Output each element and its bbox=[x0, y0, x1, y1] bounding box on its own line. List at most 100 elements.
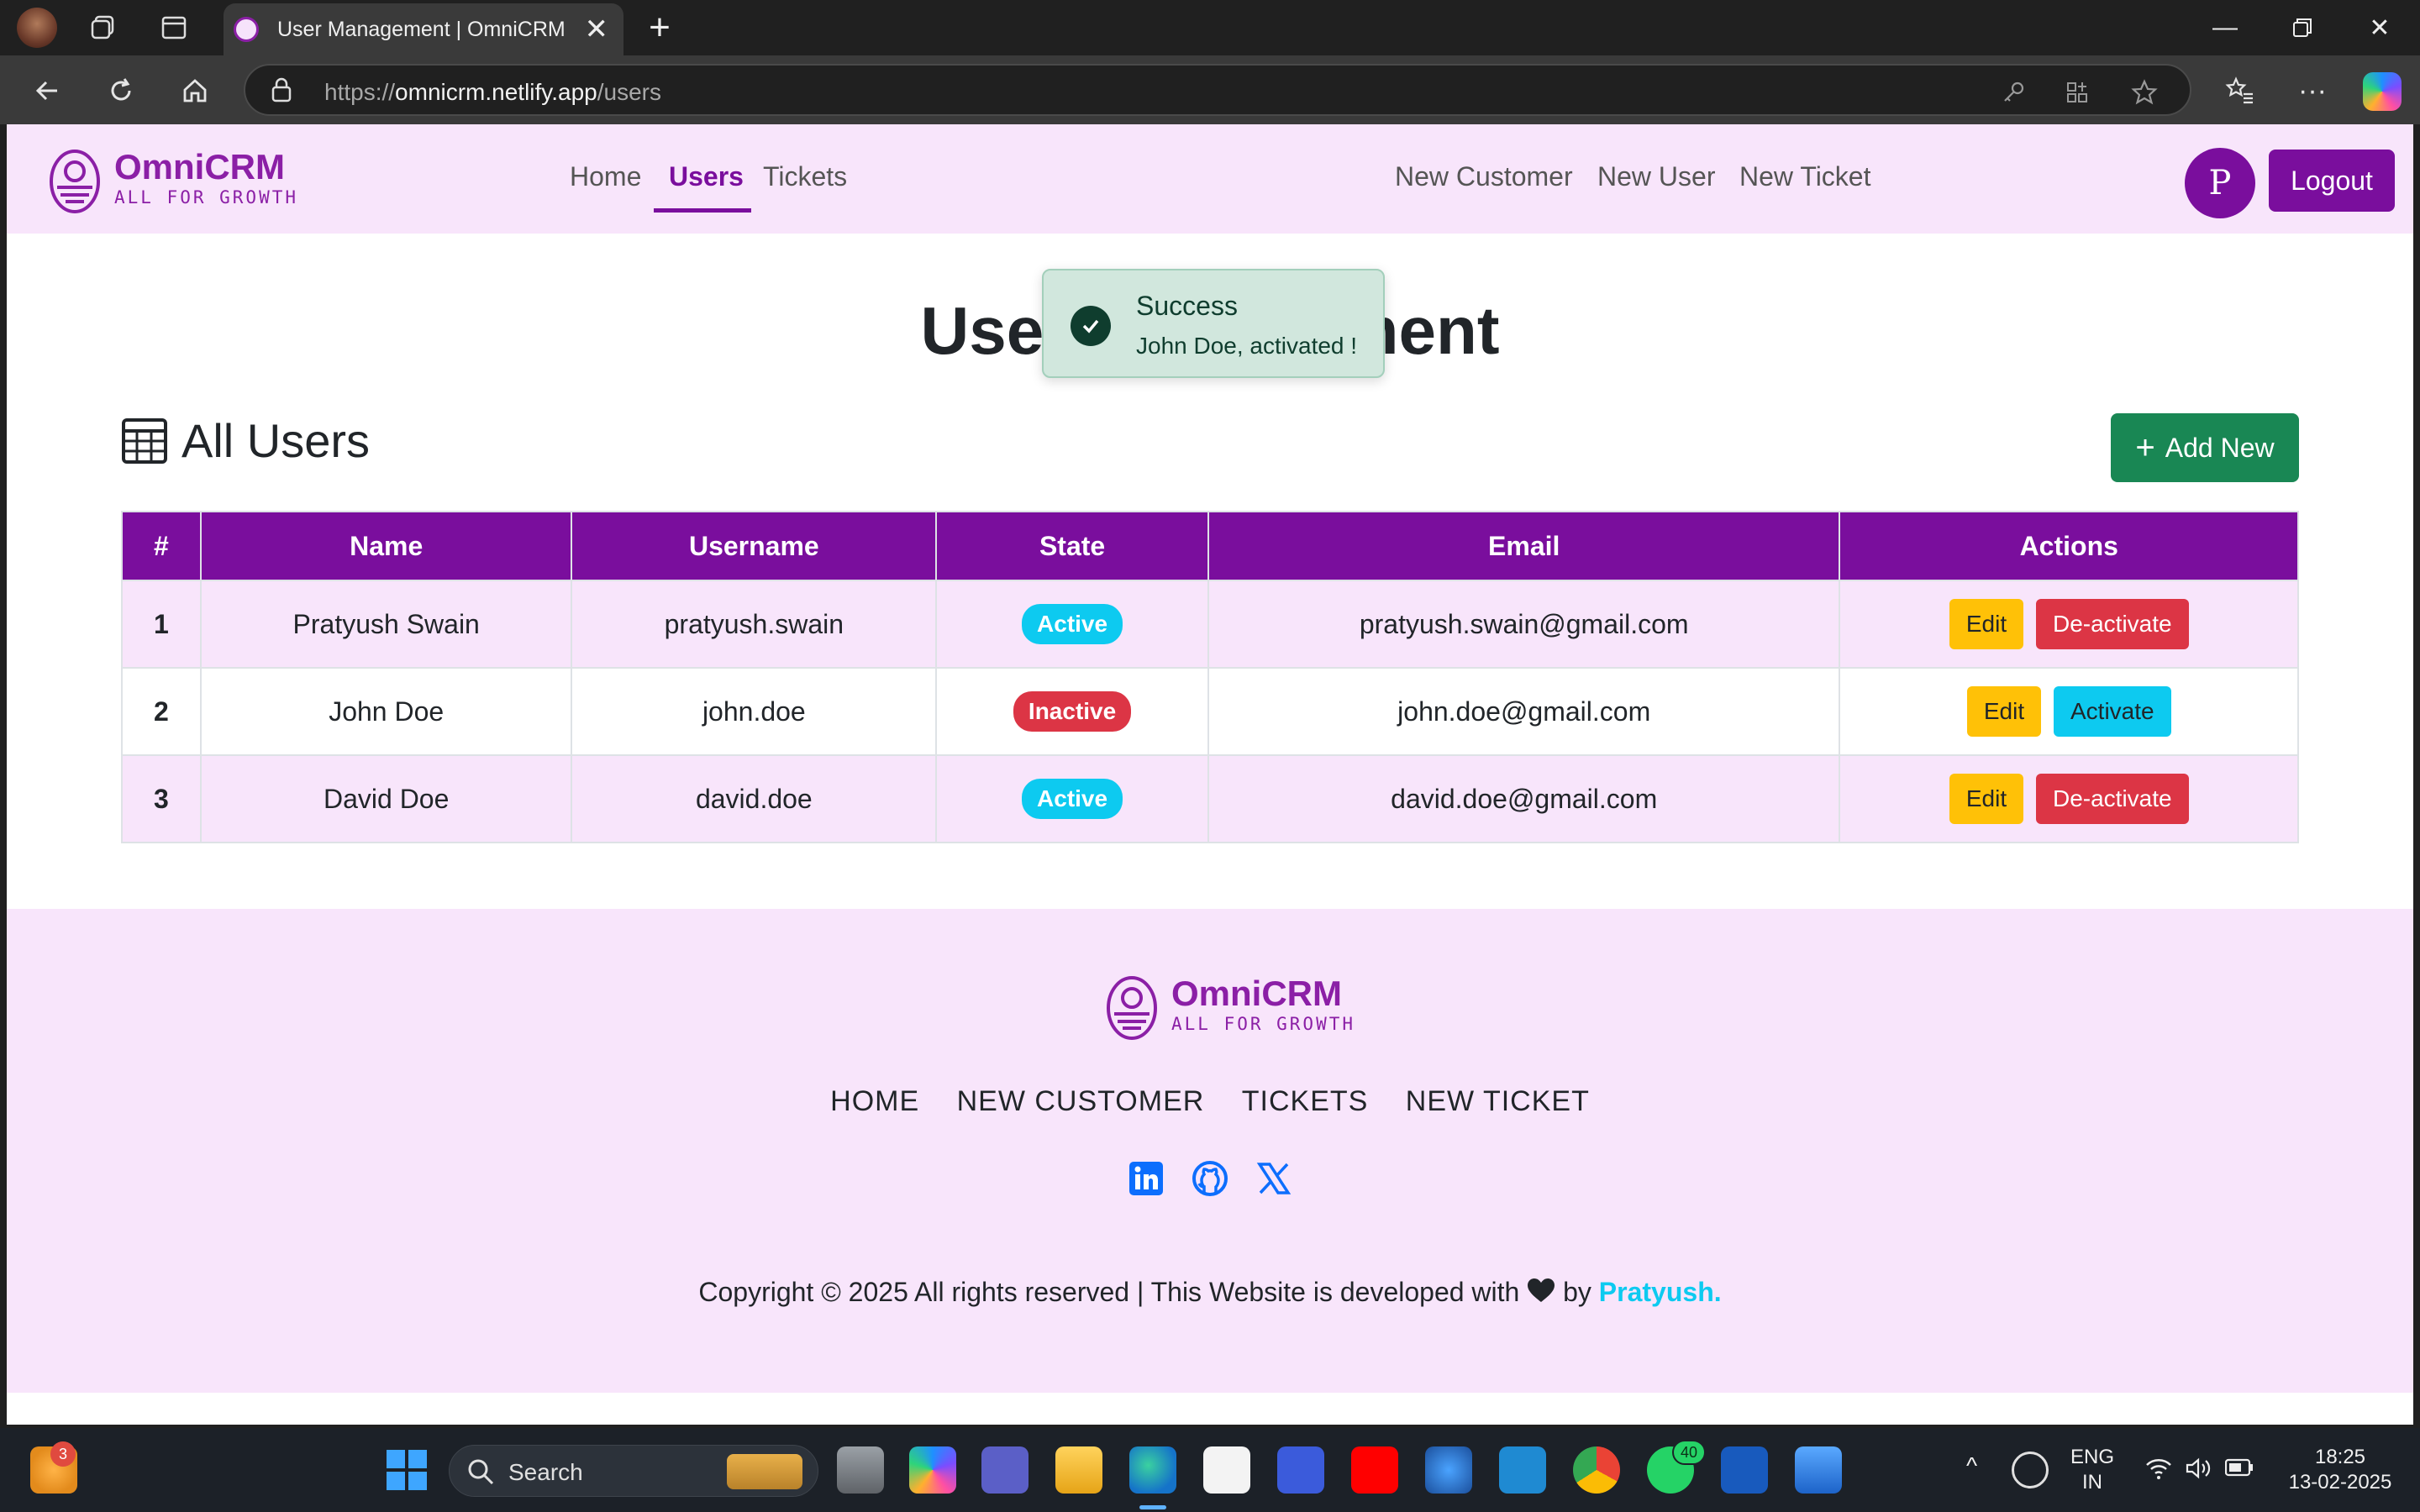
lock-icon[interactable] bbox=[271, 77, 292, 102]
edit-button[interactable]: Edit bbox=[1966, 686, 2042, 737]
user-name: John Doe bbox=[199, 667, 573, 756]
deactivate-button[interactable]: De-activate bbox=[2035, 599, 2189, 649]
wifi-icon[interactable] bbox=[2144, 1457, 2173, 1485]
workspaces-icon[interactable] bbox=[84, 8, 123, 47]
author-link[interactable]: Pratyush. bbox=[1599, 1277, 1722, 1307]
taskbar-search-box[interactable]: Search bbox=[449, 1445, 818, 1497]
favorites-icon[interactable] bbox=[2218, 69, 2262, 113]
footer-brand-tagline: ALL FOR GROWTH bbox=[1171, 1014, 1356, 1034]
user-name: Pratyush Swain bbox=[199, 580, 573, 669]
app-icon[interactable] bbox=[1277, 1446, 1324, 1494]
language-indicator[interactable]: ENG IN bbox=[2070, 1445, 2114, 1495]
add-new-button[interactable]: + Add New bbox=[2111, 413, 2299, 482]
brand-logo[interactable]: OmniCRM ALL FOR GROWTH bbox=[47, 141, 298, 215]
word-icon[interactable] bbox=[1721, 1446, 1768, 1494]
linkedin-icon[interactable] bbox=[1128, 1161, 1164, 1196]
footer-link-new-customer[interactable]: NEW CUSTOMER bbox=[957, 1085, 1205, 1117]
more-options-icon[interactable]: ··· bbox=[2291, 69, 2334, 113]
tab-favicon-icon bbox=[234, 17, 259, 42]
teams-icon[interactable] bbox=[981, 1446, 1028, 1494]
copilot-icon[interactable] bbox=[2363, 72, 2402, 111]
check-circle-icon bbox=[1071, 306, 1111, 346]
users-table: # Name Username State Email Actions 1 Pr… bbox=[121, 511, 2299, 843]
logout-button[interactable]: Logout bbox=[2269, 150, 2395, 212]
clock-date: 13-02-2025 bbox=[2288, 1471, 2392, 1494]
photos-icon[interactable] bbox=[1795, 1446, 1842, 1494]
copyright-text: Copyright © 2025 All rights reserved | T… bbox=[698, 1277, 1722, 1307]
nav-link-tickets[interactable]: Tickets bbox=[763, 161, 847, 192]
app-available-icon[interactable] bbox=[2060, 76, 2094, 109]
site-navbar: OmniCRM ALL FOR GROWTH Home Users Ticket… bbox=[7, 124, 2413, 234]
github-icon[interactable] bbox=[1192, 1161, 1228, 1196]
edit-button[interactable]: Edit bbox=[1949, 599, 2024, 649]
edit-button[interactable]: Edit bbox=[1949, 774, 2024, 824]
footer-link-tickets[interactable]: TICKETS bbox=[1242, 1085, 1369, 1117]
key-icon[interactable] bbox=[1996, 76, 2030, 109]
widgets-badge: 3 bbox=[50, 1441, 76, 1467]
tab-close-icon[interactable]: ✕ bbox=[585, 13, 609, 46]
search-icon bbox=[468, 1459, 494, 1485]
clock[interactable]: 18:25 13-02-2025 bbox=[2277, 1445, 2403, 1495]
status-badge: Inactive bbox=[1013, 691, 1132, 732]
volume-icon[interactable] bbox=[2185, 1457, 2212, 1487]
vscode-icon[interactable] bbox=[1499, 1446, 1546, 1494]
browser-tab-bar: User Management | OmniCRM ✕ + — ✕ bbox=[0, 0, 2420, 55]
user-name: David Doe bbox=[199, 754, 573, 843]
nav-link-home[interactable]: Home bbox=[570, 161, 641, 192]
home-icon[interactable] bbox=[173, 69, 217, 113]
status-badge: Active bbox=[1022, 604, 1123, 644]
nav-link-users[interactable]: Users bbox=[669, 161, 744, 192]
activate-button[interactable]: Activate bbox=[2054, 686, 2171, 737]
table-row: 1 Pratyush Swain pratyush.swain Active p… bbox=[121, 580, 2299, 669]
nav-link-new-user[interactable]: New User bbox=[1597, 161, 1715, 192]
success-toast[interactable]: Success John Doe, activated ! bbox=[1042, 269, 1385, 378]
footer-link-new-ticket[interactable]: NEW TICKET bbox=[1406, 1085, 1590, 1117]
browser-profile-avatar[interactable] bbox=[17, 8, 57, 48]
windows-start-icon[interactable] bbox=[383, 1446, 430, 1494]
column-header: Actions bbox=[1839, 511, 2299, 581]
address-bar[interactable]: https://omnicrm.netlify.app/users bbox=[244, 64, 2191, 116]
task-view-icon[interactable] bbox=[837, 1446, 884, 1494]
x-twitter-icon[interactable] bbox=[1256, 1161, 1292, 1196]
url-text[interactable]: https://omnicrm.netlify.app/users bbox=[324, 79, 661, 106]
battery-icon[interactable] bbox=[2224, 1458, 2254, 1483]
refresh-icon[interactable] bbox=[99, 69, 143, 113]
close-window-icon[interactable]: ✕ bbox=[2341, 0, 2418, 55]
social-links bbox=[7, 1161, 2413, 1196]
restore-icon[interactable] bbox=[2264, 0, 2341, 55]
edge-icon[interactable] bbox=[1129, 1446, 1176, 1494]
firefox-icon[interactable] bbox=[1425, 1446, 1472, 1494]
active-browser-tab[interactable]: User Management | OmniCRM ✕ bbox=[224, 3, 623, 55]
microsoft-store-icon[interactable] bbox=[1203, 1446, 1250, 1494]
user-avatar[interactable]: P bbox=[2185, 148, 2255, 218]
back-icon[interactable] bbox=[25, 69, 69, 113]
tray-chevron-icon[interactable]: ^ bbox=[1966, 1453, 1977, 1478]
brand-tagline: ALL FOR GROWTH bbox=[114, 187, 299, 207]
deactivate-button[interactable]: De-activate bbox=[2035, 774, 2189, 824]
nav-link-new-ticket[interactable]: New Ticket bbox=[1739, 161, 1870, 192]
new-tab-icon[interactable]: + bbox=[639, 7, 681, 49]
nav-link-new-customer[interactable]: New Customer bbox=[1395, 161, 1573, 192]
search-label: Search bbox=[508, 1459, 583, 1485]
file-explorer-icon[interactable] bbox=[1055, 1446, 1102, 1494]
toast-title: Success bbox=[1136, 291, 1238, 321]
footer-link-home[interactable]: HOME bbox=[830, 1085, 919, 1117]
table-header-row: # Name Username State Email Actions bbox=[121, 511, 2299, 581]
minimize-icon[interactable]: — bbox=[2186, 0, 2264, 55]
row-number: 1 bbox=[121, 580, 202, 669]
vertical-tabs-icon[interactable] bbox=[155, 8, 193, 47]
favorite-star-icon[interactable] bbox=[2128, 76, 2161, 109]
plus-icon: + bbox=[2135, 428, 2155, 466]
footer-nav: HOME NEW CUSTOMER TICKETS NEW TICKET bbox=[7, 1085, 2413, 1118]
copilot-taskbar-icon[interactable] bbox=[909, 1446, 956, 1494]
sync-icon[interactable] bbox=[2012, 1452, 2049, 1488]
brand-name: OmniCRM bbox=[114, 147, 285, 186]
table-icon bbox=[122, 417, 167, 464]
logo-mark-icon bbox=[1104, 968, 1160, 1042]
active-app-indicator bbox=[1139, 1505, 1166, 1509]
table-row: 3 David Doe david.doe Active david.doe@g… bbox=[121, 754, 2299, 843]
footer-logo[interactable]: OmniCRM ALL FOR GROWTH bbox=[1104, 968, 1355, 1042]
youtube-icon[interactable] bbox=[1351, 1446, 1398, 1494]
chrome-icon[interactable] bbox=[1573, 1446, 1620, 1494]
clock-time: 18:25 bbox=[2314, 1446, 2366, 1468]
